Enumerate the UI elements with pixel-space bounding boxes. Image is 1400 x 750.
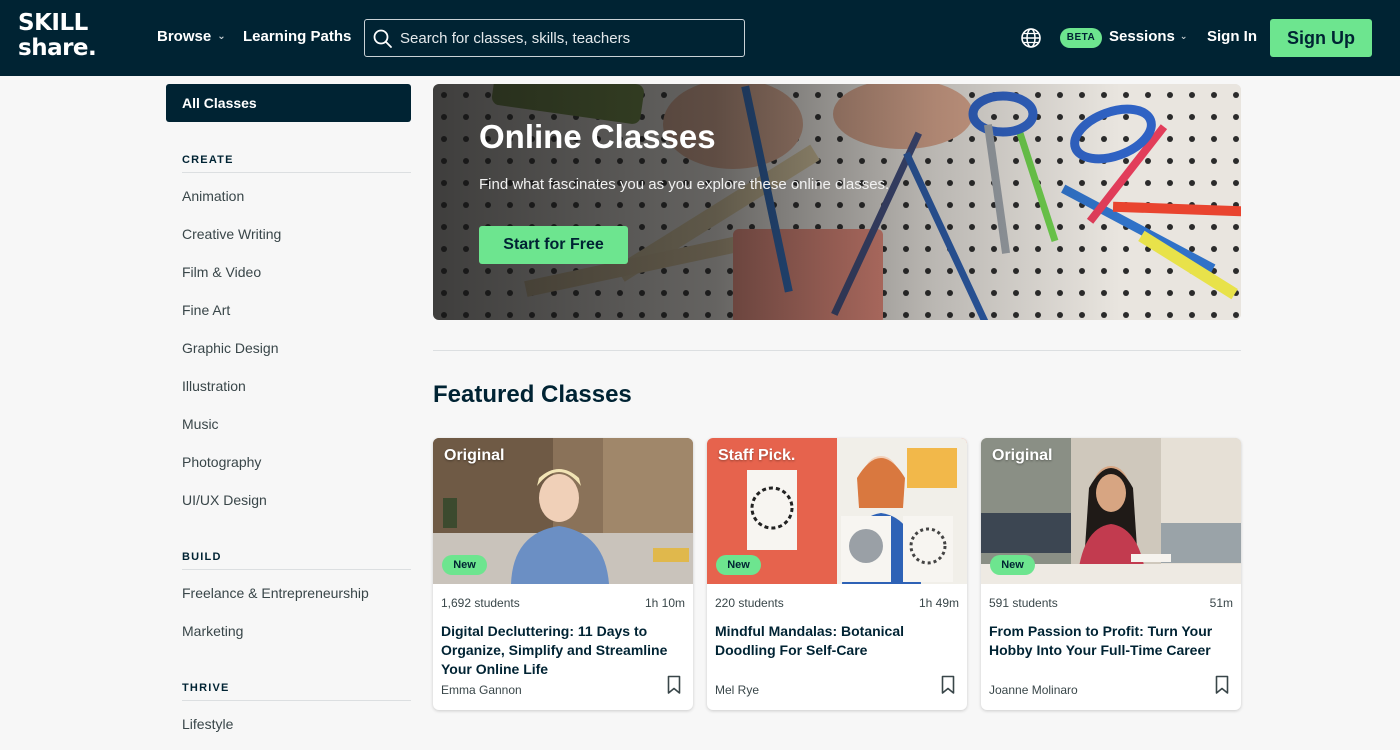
learning-paths-link[interactable]: Learning Paths — [243, 28, 351, 45]
class-title[interactable]: Digital Decluttering: 11 Days to Organiz… — [441, 622, 685, 679]
globe-icon[interactable] — [1020, 27, 1042, 49]
class-tag: Original — [444, 447, 505, 464]
skillshare-logo[interactable]: SKILL share. — [18, 11, 122, 63]
class-duration: 1h 10m — [644, 596, 685, 610]
hero-title: Online Classes — [479, 118, 716, 155]
class-title[interactable]: Mindful Mandalas: Botanical Doodling For… — [715, 622, 959, 660]
hero-subtitle: Find what fascinates you as you explore … — [479, 176, 890, 193]
new-badge: New — [442, 555, 487, 575]
browse-menu[interactable]: Browse ⌄ — [157, 28, 226, 45]
sidebar-item-ui-ux-design[interactable]: UI/UX Design — [182, 492, 267, 508]
top-navigation-bar: SKILL share. Browse ⌄ Learning Paths BETA… — [0, 0, 1400, 76]
start-for-free-button[interactable]: Start for Free — [479, 226, 628, 264]
sessions-label: Sessions — [1109, 28, 1175, 45]
class-title[interactable]: From Passion to Profit: Turn Your Hobby … — [989, 622, 1233, 660]
hero-banner: Online Classes Find what fascinates you … — [433, 84, 1241, 320]
sidebar-item-illustration[interactable]: Illustration — [182, 378, 246, 394]
sidebar-item-graphic-design[interactable]: Graphic Design — [182, 340, 279, 356]
sidebar-heading-create: CREATE — [182, 154, 411, 173]
teacher-name[interactable]: Emma Gannon — [441, 683, 522, 697]
logo-line-2: share. — [18, 35, 97, 61]
class-tag: Staff Pick. — [718, 447, 796, 464]
search-box[interactable] — [364, 19, 745, 57]
sidebar-item-all-classes[interactable]: All Classes — [166, 84, 411, 122]
bookmark-icon[interactable] — [941, 675, 955, 695]
new-badge: New — [716, 555, 761, 575]
student-count: 1,692 students — [441, 596, 520, 610]
sidebar-item-marketing[interactable]: Marketing — [182, 623, 243, 639]
beta-badge: BETA — [1060, 28, 1102, 48]
teacher-name[interactable]: Joanne Molinaro — [989, 683, 1078, 697]
sign-up-button[interactable]: Sign Up — [1270, 19, 1372, 57]
sign-in-link[interactable]: Sign In — [1207, 28, 1257, 45]
chevron-down-icon: ⌄ — [217, 31, 226, 42]
class-card[interactable]: Original New 1,692 students 1h 10m Digit… — [433, 438, 693, 710]
sidebar-heading-thrive: THRIVE — [182, 682, 411, 701]
sidebar-item-animation[interactable]: Animation — [182, 188, 244, 204]
class-card[interactable]: Original New 591 students 51m From Passi… — [981, 438, 1241, 710]
sidebar-item-film-video[interactable]: Film & Video — [182, 264, 261, 280]
teacher-name[interactable]: Mel Rye — [715, 683, 759, 697]
browse-label: Browse — [157, 28, 212, 45]
bookmark-icon[interactable] — [667, 675, 681, 695]
bookmark-icon[interactable] — [1215, 675, 1229, 695]
section-divider — [433, 350, 1241, 351]
search-icon — [373, 29, 392, 48]
class-duration: 51m — [1209, 596, 1233, 610]
sidebar-item-photography[interactable]: Photography — [182, 454, 261, 470]
sidebar-heading-build: BUILD — [182, 551, 411, 570]
sessions-menu[interactable]: Sessions ⌄ — [1109, 28, 1187, 45]
class-card[interactable]: Staff Pick. New 220 students 1h 49m Mind… — [707, 438, 967, 710]
sidebar-item-fine-art[interactable]: Fine Art — [182, 302, 230, 318]
featured-classes-title: Featured Classes — [433, 381, 632, 408]
sidebar-item-creative-writing[interactable]: Creative Writing — [182, 226, 281, 242]
logo-line-1: SKILL — [18, 10, 88, 36]
class-duration: 1h 49m — [918, 596, 959, 610]
new-badge: New — [990, 555, 1035, 575]
sidebar-item-lifestyle[interactable]: Lifestyle — [182, 716, 233, 732]
search-input[interactable] — [400, 27, 735, 49]
sidebar-item-music[interactable]: Music — [182, 416, 219, 432]
student-count: 220 students — [715, 596, 784, 610]
class-tag: Original — [992, 447, 1053, 464]
sidebar-item-freelance[interactable]: Freelance & Entrepreneurship — [182, 585, 369, 601]
chevron-down-icon: ⌄ — [1179, 31, 1188, 41]
student-count: 591 students — [989, 596, 1058, 610]
